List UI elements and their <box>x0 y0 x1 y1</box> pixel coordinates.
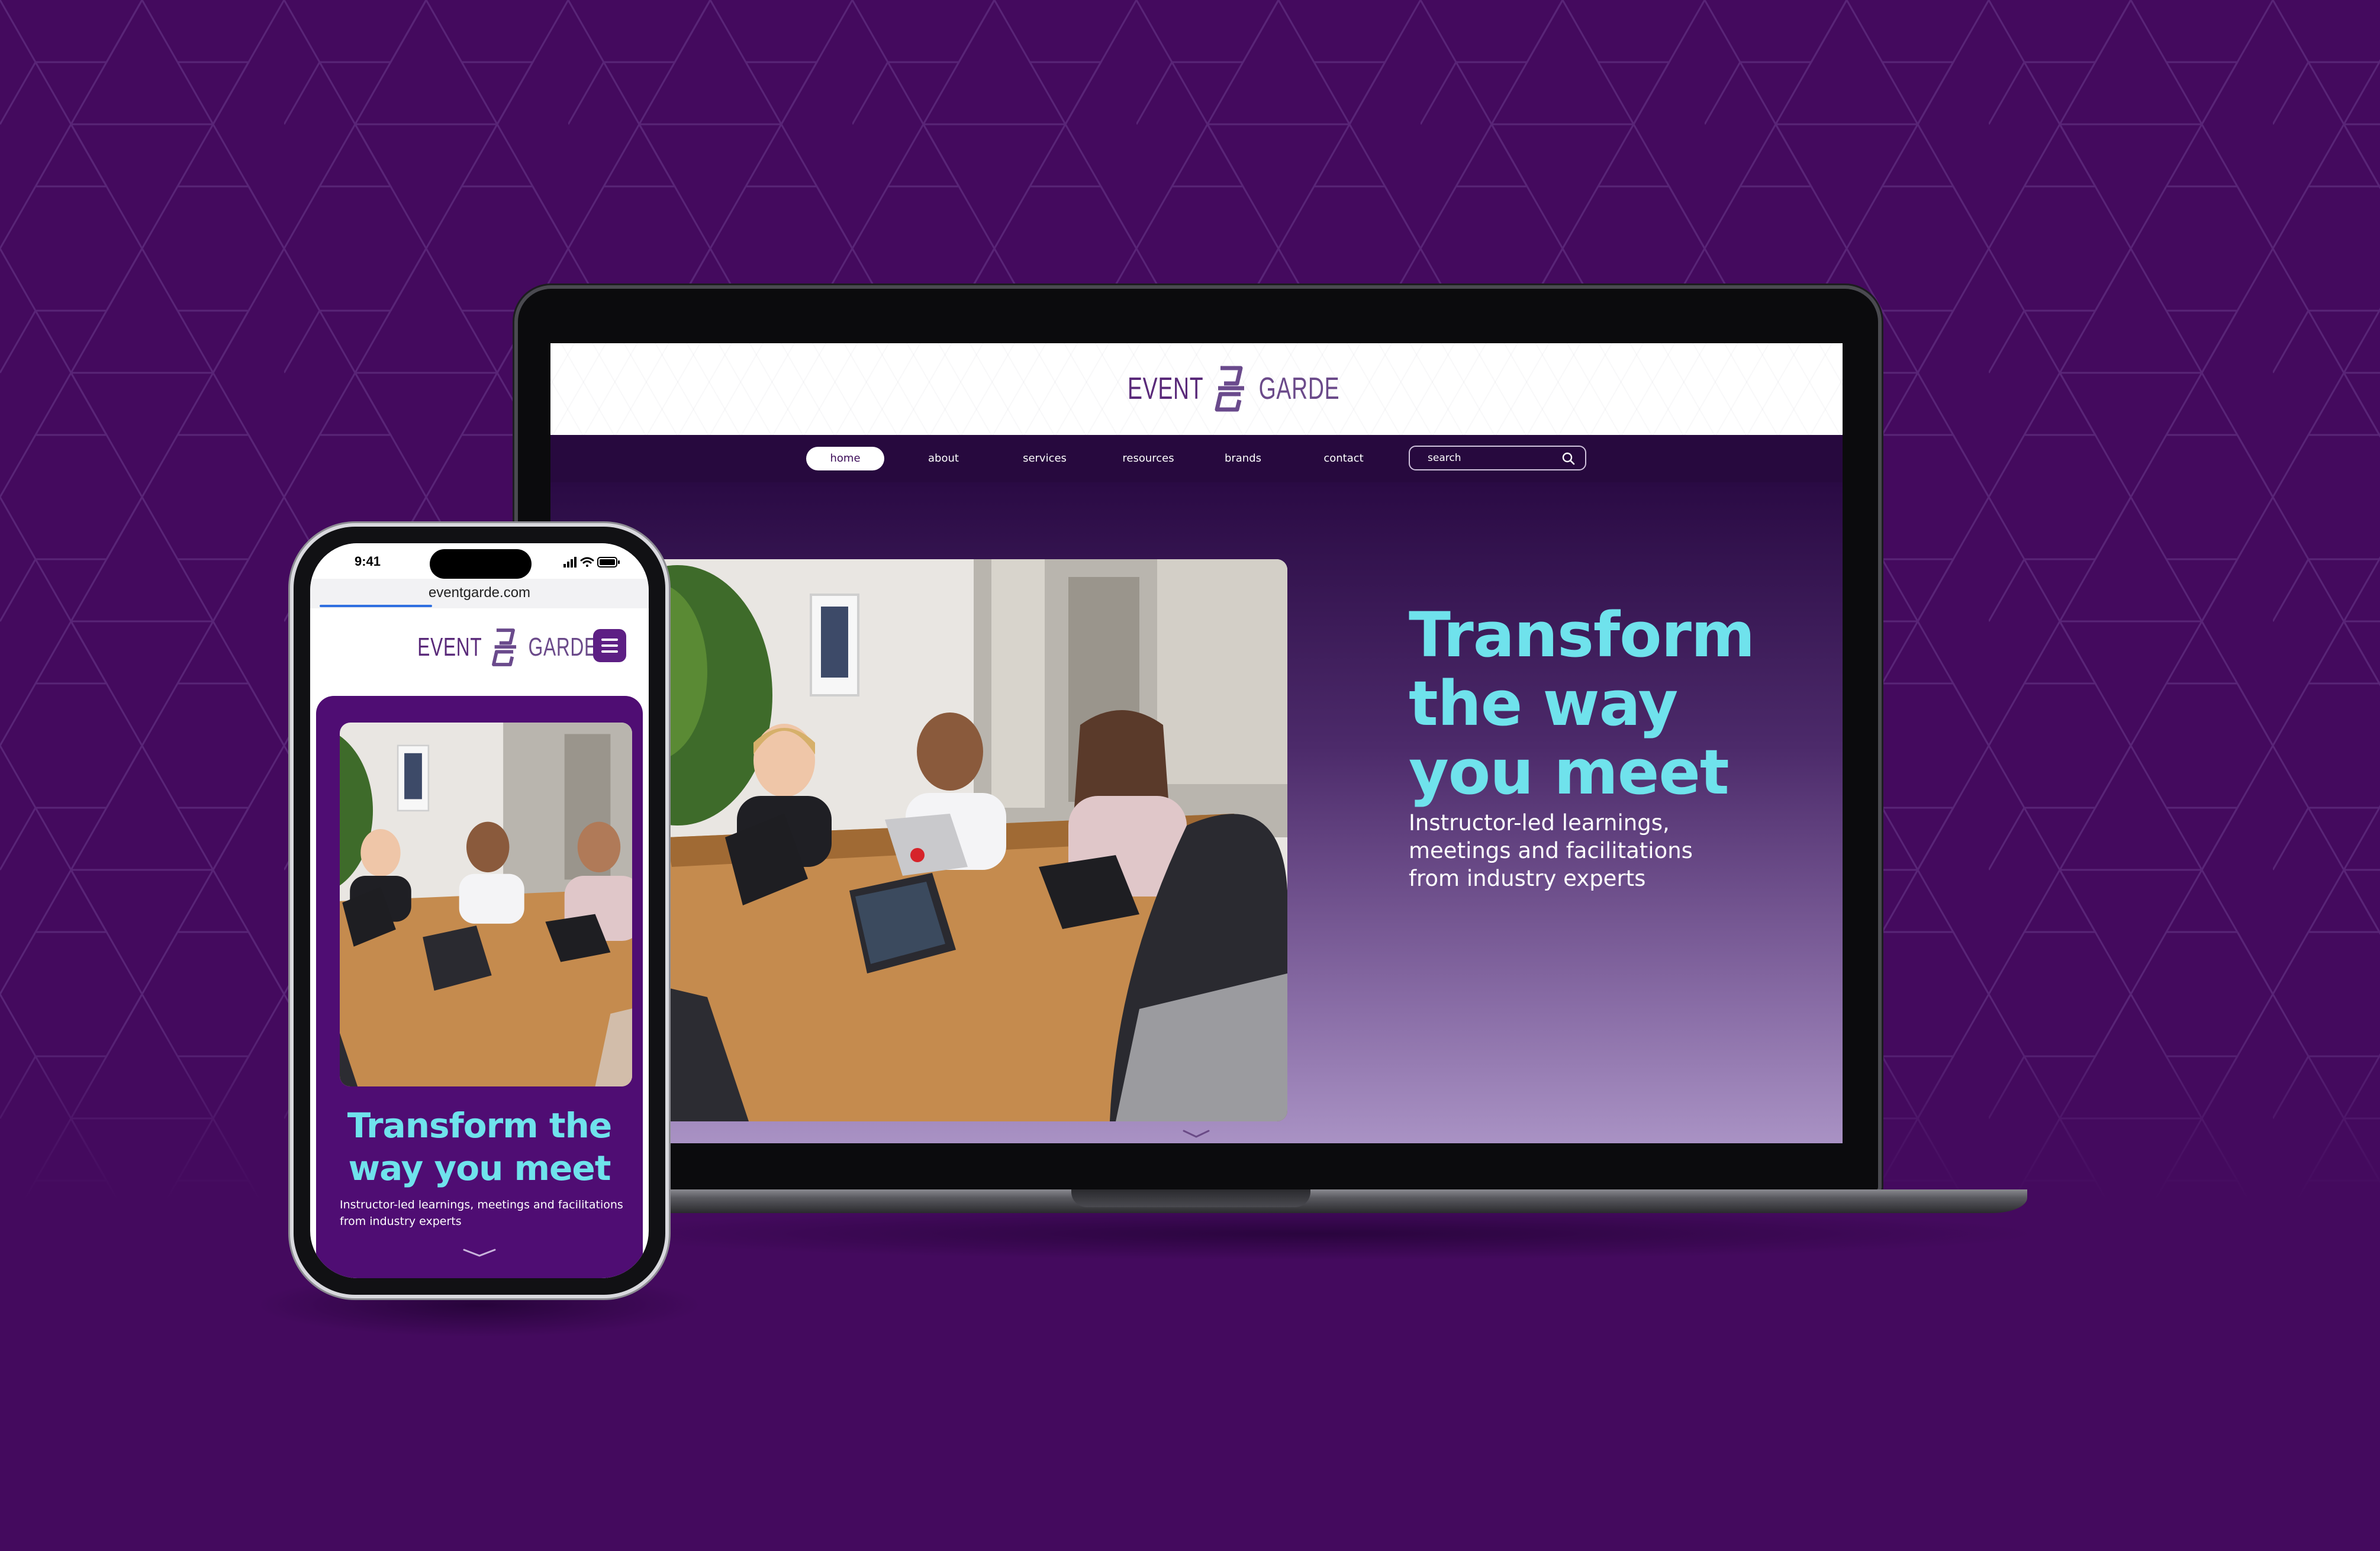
site-logo[interactable]: EVENT GARDE <box>1113 362 1355 415</box>
hamburger-icon[interactable] <box>593 629 626 662</box>
mobile-site-logo[interactable]: EVENT GARDE <box>405 624 610 671</box>
nav-item-about[interactable]: about <box>914 447 973 470</box>
phone-side-button <box>289 639 294 663</box>
eg-monogram-icon <box>491 628 516 666</box>
hero-title-line-1: Transform <box>1409 599 1755 671</box>
mobile-hero-photo <box>340 723 632 1086</box>
chevron-down-icon[interactable] <box>462 1247 497 1258</box>
browser-url-bar[interactable]: eventgarde.com <box>310 579 649 609</box>
url-text[interactable]: eventgarde.com <box>310 585 649 601</box>
laptop-notch <box>1071 1189 1310 1207</box>
mobile-hero-subtitle-line-2: from industry experts <box>340 1215 462 1228</box>
phone-side-button <box>289 681 294 728</box>
meeting-photo <box>340 723 632 1086</box>
laptop-screen: EVENT GARDE home about services resource… <box>550 343 1843 1143</box>
hero-title-line-3: you meet <box>1409 736 1730 808</box>
mobile-hero-section: Transform the way you meet Instructor-le… <box>316 696 643 1278</box>
chevron-down-icon[interactable] <box>1181 1128 1211 1139</box>
hero-title: Transform the way you meet <box>1409 601 1811 807</box>
nav-item-contact[interactable]: contact <box>1311 447 1376 470</box>
hero-section: Transform the way you meet Instructor-le… <box>550 482 1843 1143</box>
eg-monogram-icon <box>1215 366 1245 412</box>
hero-title-line-2: the way <box>1409 668 1678 740</box>
site-header: EVENT GARDE <box>550 343 1843 435</box>
status-time: 9:41 <box>355 554 381 569</box>
hero-subtitle-line-3: from industry experts <box>1409 866 1646 891</box>
search-icon[interactable] <box>1561 452 1576 466</box>
nav-item-home[interactable]: home <box>806 447 884 470</box>
status-bar: 9:41 <box>310 543 649 580</box>
nav-item-services[interactable]: services <box>1006 447 1083 470</box>
nav-item-brands[interactable]: brands <box>1210 447 1276 470</box>
signal-icon <box>563 557 577 567</box>
logo-word-right: GARDE <box>1258 372 1340 406</box>
page-load-progress <box>320 605 432 607</box>
search-box[interactable] <box>1409 446 1586 470</box>
mobile-hero-title: Transform the way you meet <box>316 1104 643 1189</box>
dynamic-island <box>430 549 532 579</box>
nav-item-resources[interactable]: resources <box>1107 447 1190 470</box>
hero-subtitle-line-2: meetings and facilitations <box>1409 838 1693 863</box>
mobile-hero-title-line-1: Transform the <box>347 1105 612 1146</box>
phone-screen: 9:41 eventgarde.com EVENT GARDE Transfor… <box>310 543 649 1278</box>
mobile-hero-subtitle: Instructor-led learnings, meetings and f… <box>340 1197 630 1230</box>
logo-word-left: EVENT <box>417 633 482 662</box>
logo-word-left: EVENT <box>1127 372 1204 406</box>
laptop-shadow <box>580 1207 2048 1260</box>
hero-subtitle: Instructor-led learnings, meetings and f… <box>1409 809 1811 892</box>
wifi-icon <box>580 557 594 567</box>
mobile-hero-subtitle-line-1: Instructor-led learnings, meetings and f… <box>340 1198 623 1211</box>
hero-subtitle-line-1: Instructor-led learnings, <box>1409 810 1670 836</box>
mobile-site-header: EVENT GARDE <box>310 608 649 691</box>
hero-photo <box>607 559 1287 1121</box>
meeting-photo <box>607 559 1287 1121</box>
search-input[interactable] <box>1428 450 1558 466</box>
mobile-hero-title-line-2: way you meet <box>348 1148 611 1188</box>
main-nav: home about services resources brands con… <box>550 435 1843 482</box>
battery-icon <box>597 557 620 567</box>
status-icons <box>563 557 620 567</box>
laptop-base <box>598 1189 2027 1213</box>
logo-word-right: GARDE <box>528 633 597 662</box>
phone-side-button <box>289 740 294 787</box>
